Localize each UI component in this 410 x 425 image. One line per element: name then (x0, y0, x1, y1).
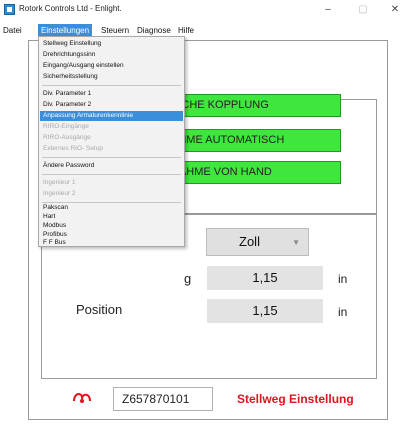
window-title: Rotork Controls Ltd - Enlight. (19, 4, 122, 13)
menuitem-ingenieur-1: Ingenieur 1 (43, 179, 76, 186)
menuitem-externes-rio: Externes RIO- Setup (43, 145, 103, 152)
serial-number-field: Z657870101 (113, 387, 213, 411)
menuitem-stellweg[interactable]: Stellweg Einstellung (40, 39, 183, 49)
stroke-value: 1,15 (207, 266, 323, 290)
minimize-button[interactable]: – (320, 3, 336, 17)
title-bar: Rotork Controls Ltd - Enlight. – ▢ ✕ (0, 0, 410, 20)
chevron-down-icon: ▼ (292, 238, 300, 247)
stroke-unit: in (338, 272, 348, 286)
maximize-button[interactable]: ▢ (355, 3, 371, 17)
stroke-label: g (184, 271, 192, 286)
manual-takeover-button[interactable]: NAHME VON HAND (168, 161, 341, 184)
menuitem-parameter-2[interactable]: Div. Parameter 2 (40, 100, 183, 110)
unit-select[interactable]: Zoll ▼ (206, 228, 309, 256)
unit-select-value: Zoll (239, 234, 260, 249)
menuitem-drehrichtung[interactable]: Drehrichtungssinn (40, 50, 183, 60)
menuitem-password[interactable]: Ändere Password (40, 161, 183, 171)
menuitem-armaturenkennlinie[interactable]: Anpassung Armaturenkennlinie (40, 111, 183, 121)
menuitem-riro-eingaenge: RIRO-Eingänge (43, 123, 89, 130)
menuitem-riro-ausgaenge: RIRO-Ausgänge (43, 134, 91, 141)
menu-separator (42, 174, 181, 175)
einstellungen-dropdown: Stellweg Einstellung Drehrichtungssinn E… (38, 36, 185, 247)
position-label: Position (76, 302, 123, 317)
menuitem-ff-bus[interactable]: F F Bus (40, 238, 183, 248)
rotork-logo-icon (73, 393, 91, 403)
position-value: 1,15 (207, 299, 323, 323)
auto-takeover-button[interactable]: AHME AUTOMATISCH (168, 129, 341, 152)
status-text: Stellweg Einstellung (237, 392, 354, 406)
menu-separator (42, 85, 181, 86)
menu-datei[interactable]: Datei (0, 24, 25, 37)
menuitem-ingenieur-2: Ingenieur 2 (43, 190, 76, 197)
close-button[interactable]: ✕ (387, 3, 403, 17)
menuitem-parameter-1[interactable]: Div. Parameter 1 (40, 89, 183, 99)
menuitem-eingang-ausgang[interactable]: Eingang/Ausgang einstellen (40, 61, 183, 71)
menuitem-sicherheitsstellung[interactable]: Sicherheitsstellung (40, 72, 183, 82)
app-window: Rotork Controls Ltd - Enlight. – ▢ ✕ Dat… (0, 0, 410, 425)
coupling-button[interactable]: ISCHE KOPPLUNG (168, 94, 341, 117)
menu-separator (42, 157, 181, 158)
app-icon (4, 4, 15, 15)
position-unit: in (338, 305, 348, 319)
